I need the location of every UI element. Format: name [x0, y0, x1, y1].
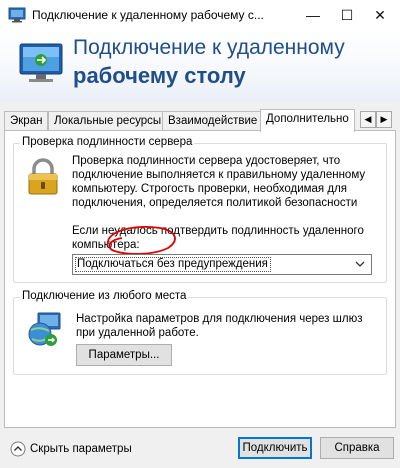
- chevron-up-circle-icon[interactable]: [10, 441, 26, 457]
- server-auth-group-label: Проверка подлинности сервера: [20, 136, 195, 148]
- tab-advanced[interactable]: Дополнительно: [260, 109, 355, 132]
- auth-failure-dropdown-value: Подключаться без предупреждения: [77, 258, 268, 270]
- connect-anywhere-description: Настройка параметров для подключения чер…: [76, 313, 363, 339]
- window-title: Подключение к удаленному рабочему с...: [32, 8, 264, 22]
- tab-scroll-right-button[interactable]: ▶: [376, 111, 392, 128]
- padlock-icon: [28, 158, 58, 195]
- globe-network-icon: [28, 312, 61, 346]
- connect-anywhere-group-label: Подключение из любого места: [20, 290, 189, 302]
- server-auth-description: Проверка подлинности сервера удостоверяе…: [72, 155, 366, 209]
- server-auth-group: Проверка подлинности сервера Проверка по…: [13, 136, 387, 283]
- close-button[interactable]: ✕: [360, 0, 400, 30]
- tab-strip: Экран Локальные ресурсы Взаимодействие Д…: [4, 109, 396, 132]
- gateway-settings-button[interactable]: Параметры...: [76, 344, 172, 366]
- auth-failure-dropdown[interactable]: Подключаться без предупреждения: [72, 254, 372, 275]
- tab-display[interactable]: Экран: [4, 111, 49, 131]
- hide-options-link[interactable]: Скрыть параметры: [30, 443, 132, 455]
- title-bar: Подключение к удаленному рабочему с... —…: [0, 0, 400, 30]
- rdp-app-icon: [8, 7, 26, 23]
- connect-anywhere-group: Подключение из любого места Настройка па…: [13, 290, 387, 375]
- header-banner: Подключение к удаленному рабочему столу: [0, 30, 400, 102]
- rdp-monitor-icon: [19, 43, 63, 82]
- tab-scroll-left-button[interactable]: ◀: [360, 111, 376, 128]
- chevron-down-icon: [355, 261, 365, 267]
- connect-button[interactable]: Подключить: [238, 437, 312, 459]
- server-auth-fail-prompt: Если неудалось подтвердить подлинность у…: [72, 225, 364, 251]
- tab-local-resources[interactable]: Локальные ресурсы: [48, 111, 168, 131]
- banner-title-line1: Подключение к удаленному: [73, 36, 345, 59]
- advanced-panel: Проверка подлинности сервера Проверка по…: [4, 130, 396, 428]
- tab-interaction[interactable]: Взаимодействие: [162, 111, 264, 131]
- help-button[interactable]: Справка: [320, 437, 394, 459]
- banner-title-line2: рабочему столу: [73, 63, 246, 88]
